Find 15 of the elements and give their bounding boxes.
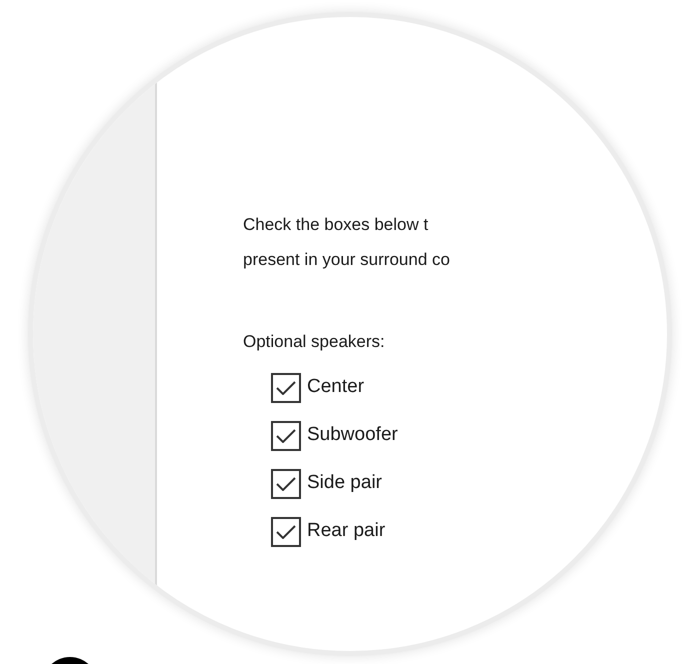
checkbox-label[interactable]: Rear pair: [307, 517, 386, 546]
check-icon: [276, 380, 296, 394]
check-icon: [276, 524, 296, 538]
checkbox[interactable]: [271, 372, 301, 402]
section-label: Optional speakers:: [243, 332, 385, 351]
checkbox-label[interactable]: Subwoofer: [307, 421, 398, 450]
check-icon: [276, 428, 296, 442]
check-icon: [276, 476, 296, 490]
checkbox[interactable]: [271, 420, 301, 450]
checkbox[interactable]: [271, 516, 301, 546]
checkbox-label[interactable]: Side pair: [307, 469, 382, 498]
checkbox[interactable]: [271, 468, 301, 498]
checkbox-label[interactable]: Center: [307, 373, 364, 402]
instruction-text: present in your surround co: [243, 249, 450, 271]
instruction-text: Check the boxes below t: [243, 214, 430, 236]
